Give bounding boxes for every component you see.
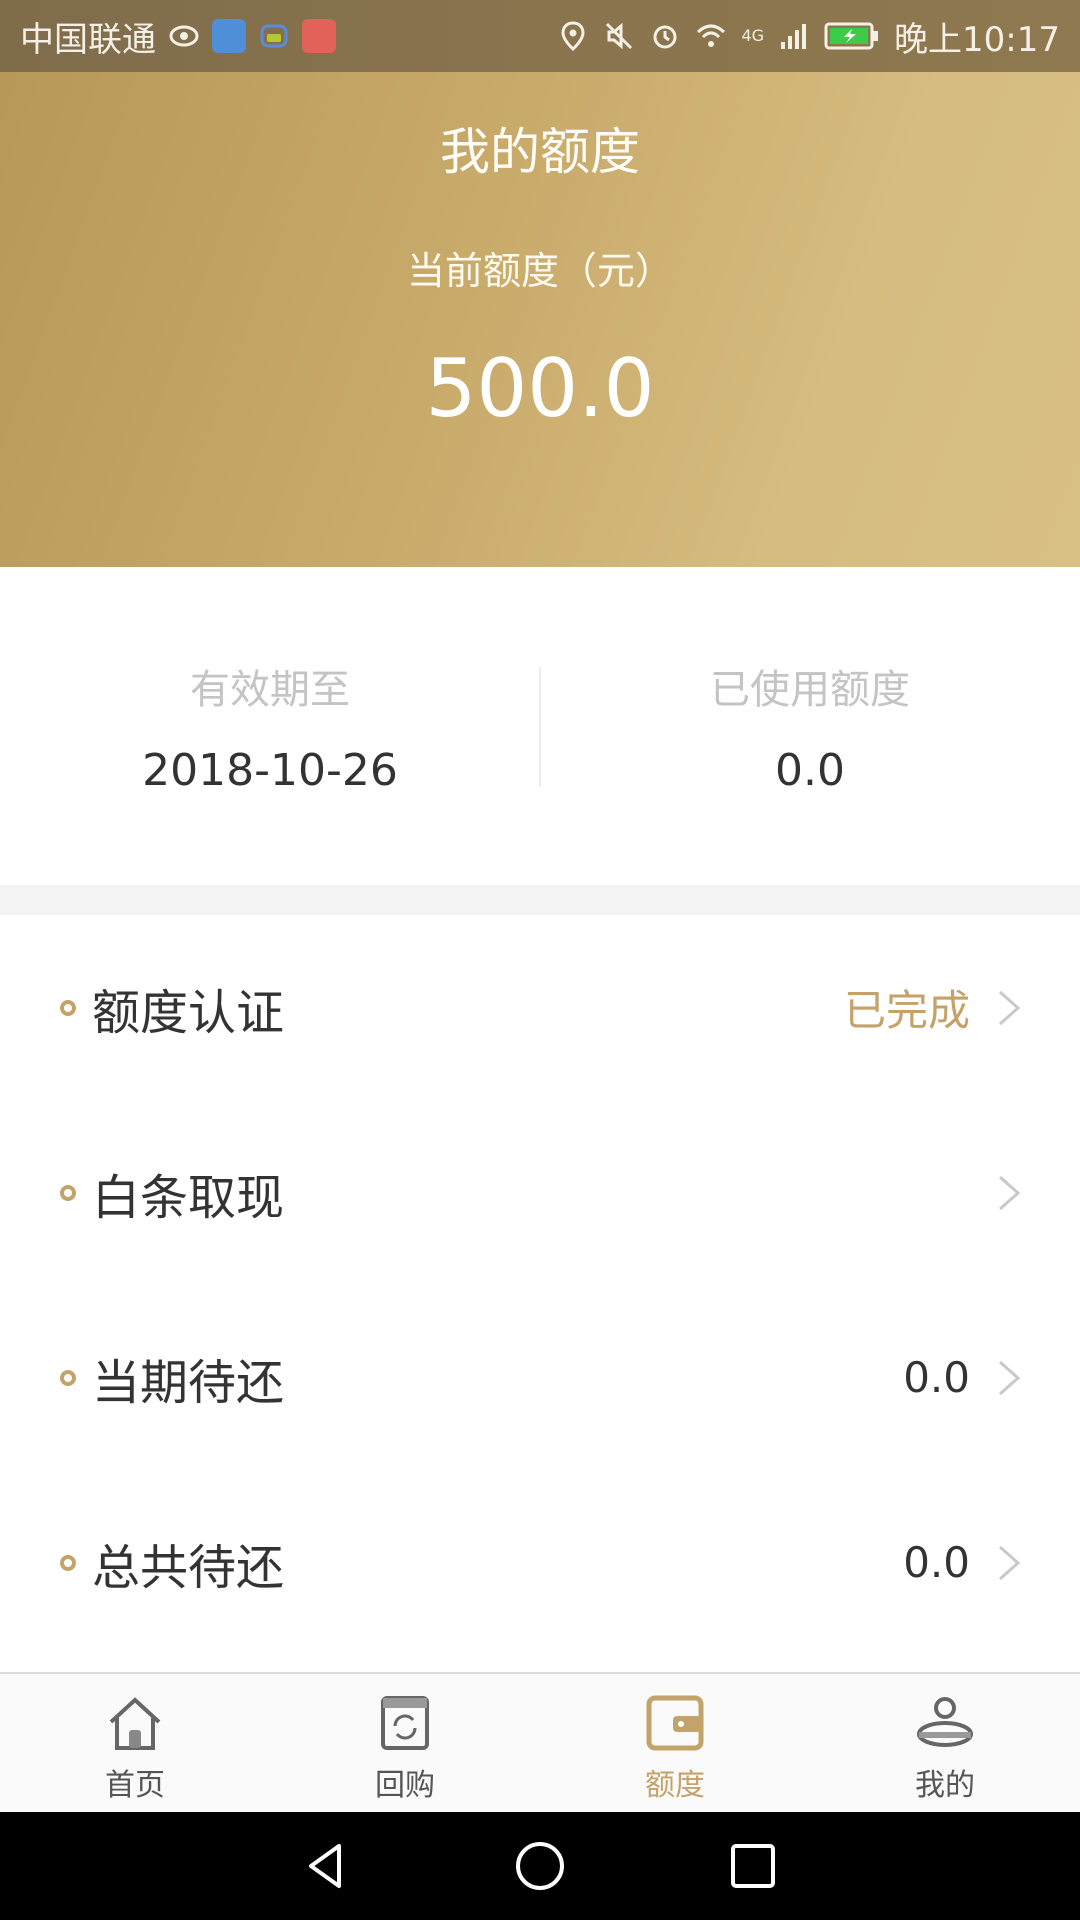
alarm-icon [653, 25, 677, 49]
wifi-icon [697, 24, 726, 47]
list-item-value: 0.0 [903, 1353, 970, 1402]
wallet-icon [646, 1695, 704, 1751]
list-item-current-due[interactable]: 当期待还 0.0 [0, 1285, 1080, 1470]
location-icon [561, 21, 585, 52]
recents-icon[interactable] [725, 1838, 781, 1894]
status-bar: 中国联通 4G 晚上10:17 [0, 0, 1080, 72]
list-item-value: 0.0 [903, 1538, 970, 1587]
network-type-label: 4G [741, 25, 765, 45]
list-item-label: 总共待还 [92, 1539, 285, 1596]
back-icon[interactable] [299, 1838, 355, 1894]
page-title: 我的额度 [440, 123, 640, 181]
buyback-icon [381, 1696, 429, 1750]
nav-label: 回购 [375, 1768, 435, 1803]
list-item-status: 已完成 [843, 986, 970, 1035]
mute-icon [606, 22, 633, 50]
profile-icon [917, 1697, 973, 1747]
nav-item-home[interactable]: 首页 [0, 1674, 270, 1812]
chevron-right-icon [999, 1360, 1021, 1395]
current-credit-label: 当前额度（元） [406, 249, 673, 293]
used-credit-label: 已使用额度 [710, 667, 910, 713]
expiry-section: 有效期至 2018-10-26 [0, 567, 540, 885]
used-credit-value: 0.0 [775, 745, 845, 796]
list-item-cash-withdrawal[interactable]: 白条取现 [0, 1100, 1080, 1285]
eye-icon [169, 25, 199, 47]
section-separator [0, 885, 1080, 915]
expiry-value: 2018-10-26 [142, 745, 398, 796]
chat-app-icon [260, 24, 288, 48]
system-nav-bar [0, 1812, 1080, 1920]
credit-info-panel: 有效期至 2018-10-26 已使用额度 0.0 [0, 567, 1080, 885]
list-item-label: 额度认证 [92, 984, 285, 1041]
nav-item-credit[interactable]: 额度 [540, 1674, 810, 1812]
nav-label: 首页 [105, 1768, 165, 1803]
nav-item-buyback[interactable]: 回购 [270, 1674, 540, 1812]
mail-app-icon [302, 19, 336, 53]
home-button-icon[interactable] [512, 1838, 568, 1894]
nav-label: 我的 [915, 1768, 975, 1803]
expiry-label: 有效期至 [190, 667, 350, 713]
nav-label: 额度 [645, 1768, 705, 1803]
signal-icon [781, 24, 807, 49]
carrier-label: 中国联通 [20, 19, 156, 60]
chevron-right-icon [999, 990, 1021, 1025]
home-icon [109, 1697, 161, 1750]
app-notification-icon [212, 19, 246, 53]
bottom-nav: 首页 回购 额度 我的 [0, 1672, 1080, 1812]
bullet-icon [60, 999, 76, 1016]
bullet-icon [60, 1184, 76, 1201]
used-credit-section: 已使用额度 0.0 [540, 567, 1080, 885]
list-item-credit-verification[interactable]: 额度认证 已完成 [0, 915, 1080, 1100]
nav-item-profile[interactable]: 我的 [810, 1674, 1080, 1812]
battery-icon [824, 22, 879, 50]
current-credit-amount: 500.0 [425, 342, 655, 435]
list-item-total-due[interactable]: 总共待还 0.0 [0, 1470, 1080, 1655]
credit-menu-list: 额度认证 已完成 白条取现 当期待还 0.0 总共待还 0.0 [0, 915, 1080, 1672]
list-item-label: 当期待还 [92, 1354, 285, 1411]
bullet-icon [60, 1369, 76, 1386]
chevron-right-icon [999, 1545, 1021, 1580]
list-item-label: 白条取现 [92, 1169, 285, 1226]
chevron-right-icon [999, 1175, 1021, 1210]
bullet-icon [60, 1554, 76, 1571]
credit-header: 我的额度 当前额度（元） 500.0 [0, 72, 1080, 567]
clock-label: 晚上10:17 [894, 19, 1060, 60]
